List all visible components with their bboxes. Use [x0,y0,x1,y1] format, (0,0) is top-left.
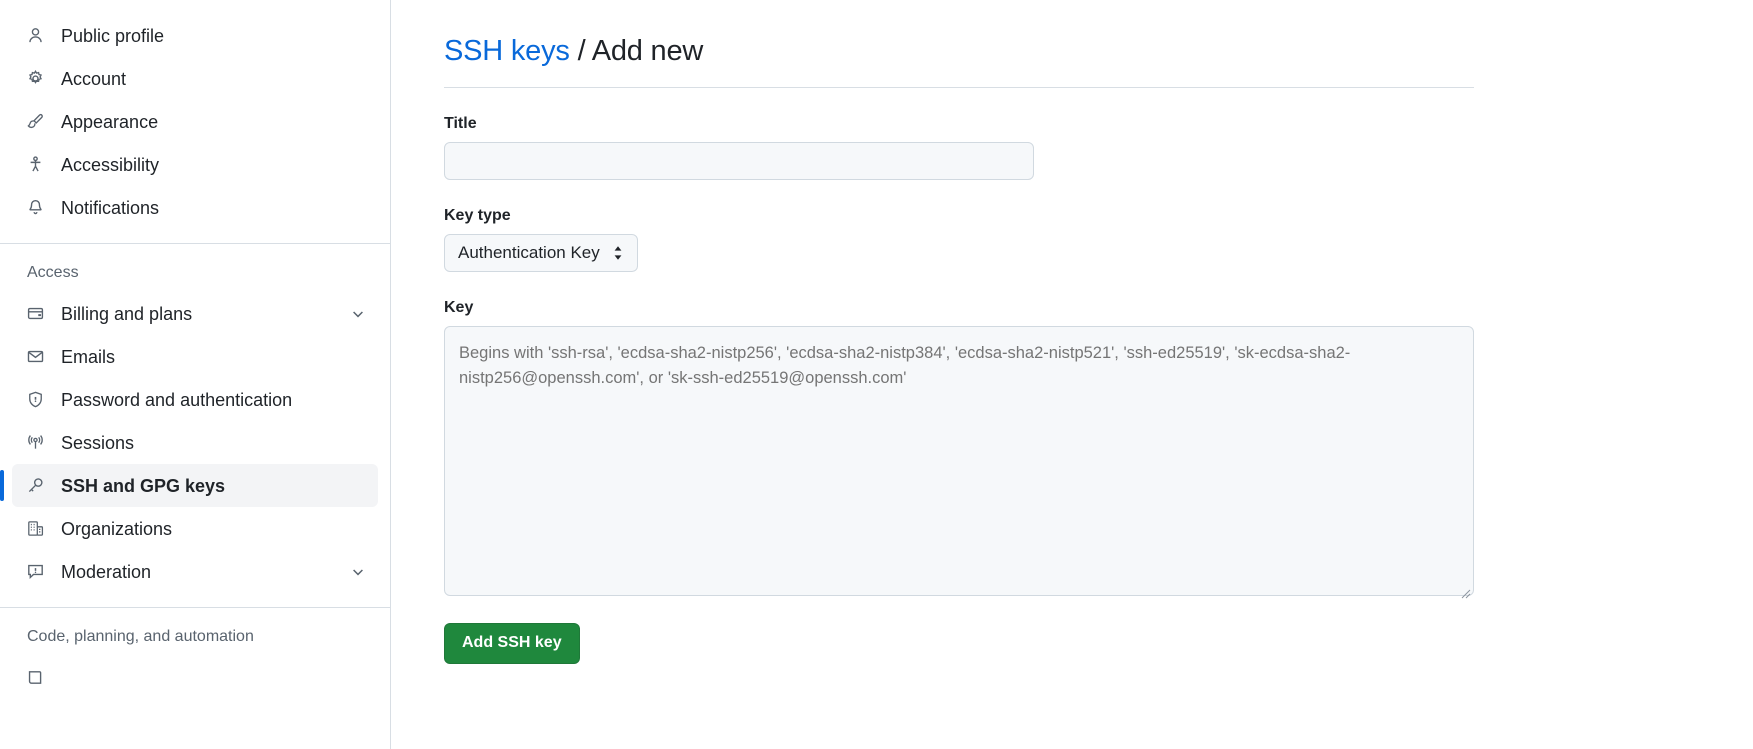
repo-icon [27,669,49,686]
sidebar-item-ssh-and-gpg-keys[interactable]: SSH and GPG keys [0,464,378,507]
sidebar-item-repositories[interactable] [12,656,378,699]
main-content: SSH keys / Add new Title Key type Authen… [391,0,1753,749]
settings-page: Public profile Account Appearance Access… [0,0,1753,749]
sidebar-item-label: Account [61,68,127,89]
mail-icon [27,348,49,365]
sidebar-code-list [0,656,390,699]
sidebar-item-label: Emails [61,346,116,367]
key-textarea[interactable] [444,325,1474,596]
sidebar-item-accessibility[interactable]: Accessibility [12,143,378,186]
chevron-updown-icon [612,244,624,262]
sidebar-access-list: Billing and plans Emails Password and au… [0,292,390,593]
sidebar-item-appearance[interactable]: Appearance [12,100,378,143]
key-type-select[interactable]: Authentication Key [444,233,638,272]
report-icon [27,563,49,580]
accessibility-icon [27,156,49,173]
sidebar-item-label: SSH and GPG keys [61,475,226,496]
breadcrumb-link-ssh-keys[interactable]: SSH keys [444,35,570,67]
sidebar-item-label: Moderation [61,561,152,582]
title-field-label: Title [444,114,477,132]
page-title: SSH keys / Add new [444,33,1474,88]
paintbrush-icon [27,113,49,130]
chevron-down-icon[interactable] [350,564,366,580]
sidebar-item-label: Password and authentication [61,389,293,410]
person-icon [27,27,49,44]
organization-icon [27,520,49,537]
key-textarea-wrapper [444,325,1474,601]
key-icon [27,477,49,494]
credit-card-icon [27,305,49,322]
sidebar-item-label: Appearance [61,111,159,132]
sidebar-item-emails[interactable]: Emails [12,335,378,378]
sidebar-item-label: Notifications [61,197,160,218]
sidebar-item-organizations[interactable]: Organizations [12,507,378,550]
sidebar-group-title-code: Code, planning, and automation [27,628,254,645]
key-type-selected-value: Authentication Key [458,242,600,262]
bell-icon [27,199,49,216]
sidebar-primary-list: Public profile Account Appearance Access… [0,14,390,229]
shield-lock-icon [27,391,49,408]
sidebar-item-notifications[interactable]: Notifications [12,186,378,229]
breadcrumb-current: Add new [591,35,704,68]
chevron-down-icon[interactable] [350,306,366,322]
sidebar-item-account[interactable]: Account [12,57,378,100]
sidebar-item-label: Sessions [61,432,135,453]
gear-icon [27,70,49,87]
broadcast-icon [27,434,49,451]
sidebar-item-public-profile[interactable]: Public profile [12,14,378,57]
key-field-label: Key [444,298,474,316]
sidebar-item-label: Public profile [61,25,165,46]
sidebar-item-moderation[interactable]: Moderation [12,550,378,593]
sidebar-item-label: Billing and plans [61,303,193,324]
sidebar-item-sessions[interactable]: Sessions [12,421,378,464]
sidebar-item-password-and-authentication[interactable]: Password and authentication [12,378,378,421]
sidebar-item-label: Accessibility [61,154,160,175]
key-type-field-label: Key type [444,206,511,224]
sidebar-item-label: Organizations [61,518,173,539]
settings-sidebar: Public profile Account Appearance Access… [0,0,391,749]
sidebar-item-billing-and-plans[interactable]: Billing and plans [12,292,378,335]
title-input[interactable] [444,141,1034,180]
sidebar-group-title-access: Access [27,264,79,281]
breadcrumb-separator: / [569,35,592,68]
add-ssh-key-button[interactable]: Add SSH key [444,622,580,664]
